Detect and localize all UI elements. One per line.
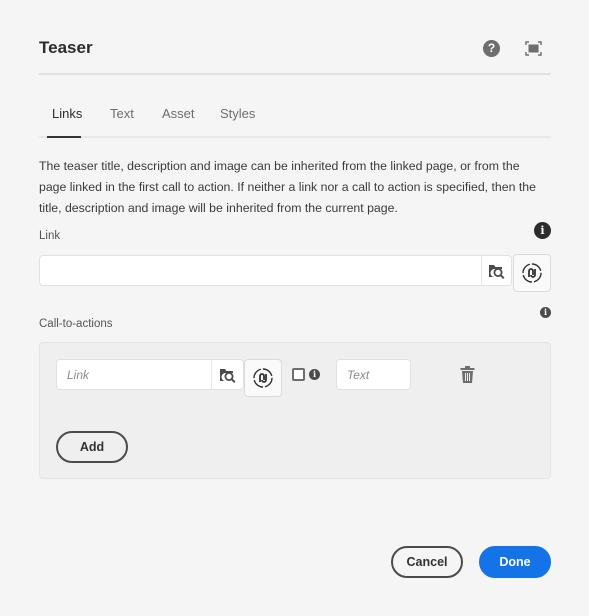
cta-label: Call-to-actions bbox=[39, 318, 113, 330]
done-button[interactable]: Done bbox=[479, 546, 551, 578]
link-info-icon[interactable]: i bbox=[534, 222, 551, 239]
tab-list: Links Text Asset Styles bbox=[39, 100, 551, 138]
sync-icon bbox=[253, 368, 273, 388]
tab-text[interactable]: Text bbox=[110, 106, 134, 121]
link-sync-button[interactable] bbox=[513, 254, 551, 292]
cta-text-input[interactable] bbox=[336, 359, 411, 390]
link-browse-button[interactable] bbox=[481, 255, 512, 286]
cta-sync-button[interactable] bbox=[244, 359, 282, 397]
folder-search-icon bbox=[219, 368, 236, 383]
dialog-title: Teaser bbox=[39, 38, 93, 57]
cta-new-window-checkbox[interactable] bbox=[292, 368, 305, 381]
active-tab-indicator bbox=[47, 136, 81, 138]
cta-info-icon[interactable]: i bbox=[540, 307, 551, 318]
cta-link-browse-button[interactable] bbox=[211, 359, 244, 390]
link-input[interactable] bbox=[39, 255, 482, 286]
tab-divider bbox=[39, 136, 551, 138]
tab-links[interactable]: Links bbox=[52, 106, 82, 121]
fullscreen-icon[interactable] bbox=[525, 41, 542, 56]
tab-styles[interactable]: Styles bbox=[220, 106, 255, 121]
cta-checkbox-info-icon[interactable]: i bbox=[309, 369, 320, 380]
folder-search-icon bbox=[488, 264, 505, 279]
sync-icon bbox=[522, 263, 542, 283]
cancel-button[interactable]: Cancel bbox=[391, 546, 463, 578]
cta-link-input[interactable] bbox=[56, 359, 212, 390]
header-divider bbox=[39, 73, 551, 75]
description-text: The teaser title, description and image … bbox=[39, 159, 536, 215]
trash-icon bbox=[460, 366, 475, 383]
help-icon[interactable]: ? bbox=[483, 40, 500, 57]
link-label: Link bbox=[39, 230, 61, 242]
cta-add-button[interactable]: Add bbox=[56, 431, 128, 463]
tab-asset[interactable]: Asset bbox=[162, 106, 195, 121]
cta-delete-button[interactable] bbox=[460, 366, 475, 388]
